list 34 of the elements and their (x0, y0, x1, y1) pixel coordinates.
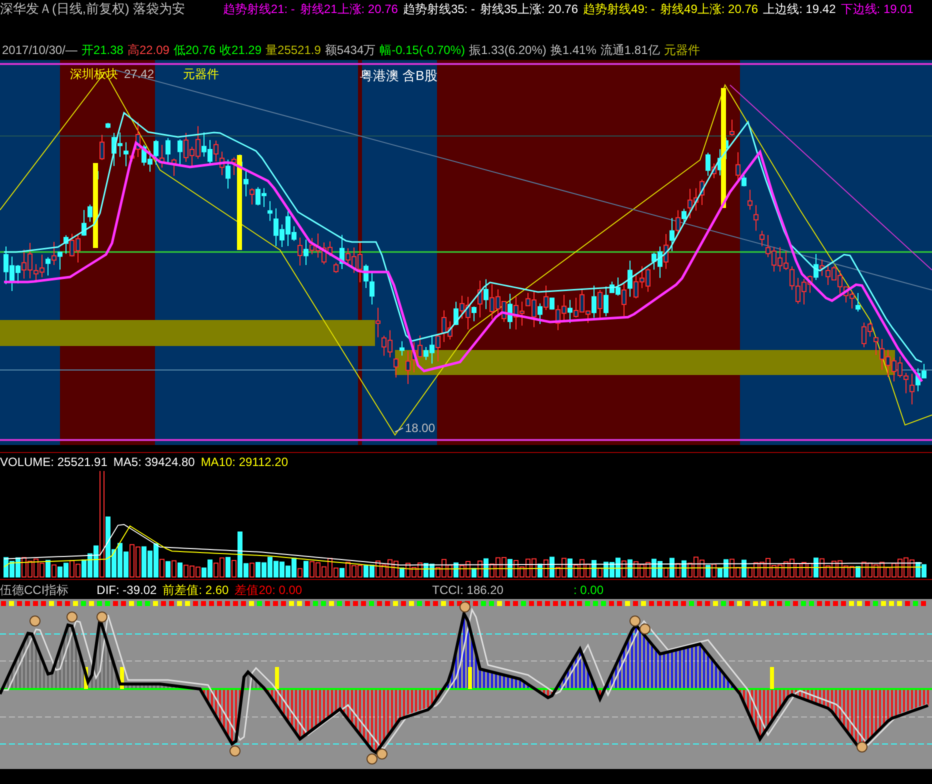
volume-legend: VOLUME: 25521.91 (0, 454, 108, 470)
cci-legend: DIF: -39.02 (96, 582, 157, 598)
leader-line (394, 428, 404, 432)
quote-value: 幅-0.15(-0.70%) (380, 42, 465, 58)
cci-legend: : 0.00 (573, 582, 604, 598)
sector-label: 粤港澳 含B股 (360, 68, 438, 84)
indicator-value: 下边线: 19.01 (840, 1, 914, 17)
stock-title: 深华发Ａ(日线,前复权) 落袋为安 (0, 1, 185, 17)
indicator-value: 趋势射线35: - (402, 1, 475, 17)
cci-legend: TCCI: 186.20 (432, 582, 504, 598)
cci-legend: 差值20: 0.00 (234, 582, 302, 598)
quote-value: 振1.33(6.20%) (469, 42, 546, 58)
quote-value: 元器件 (664, 42, 700, 58)
cci-legend: 前差值: 2.60 (162, 582, 229, 598)
indicator-value: 趋势射线21: - (222, 1, 295, 17)
volume-legend: MA5: 39424.80 (113, 454, 195, 470)
quote-value: 额5434万 (324, 42, 376, 58)
quote-value: 换1.41% (550, 42, 596, 58)
indicator-value: 趋势射线49: - (583, 1, 656, 17)
sector-label: 元器件 (183, 66, 219, 82)
quote-value: 低20.76 (173, 42, 216, 58)
quote-value: 开21.38 (81, 42, 124, 58)
cci-legend: 伍德CCI指标 (0, 582, 69, 598)
volume-legend: MA10: 29112.20 (200, 454, 288, 470)
indicator-value: 射线35上涨: 20.76 (480, 1, 578, 17)
indicator-value: 上边线: 19.42 (763, 1, 836, 17)
price-label: 18.00 (405, 420, 436, 436)
indicator-value: 射线21上涨: 20.76 (300, 1, 398, 17)
quote-value: 流通1.81亿 (600, 42, 660, 58)
quote-value: 2017/10/30/— (2, 42, 78, 58)
quote-value: 收21.29 (220, 42, 262, 58)
quote-value: 高22.09 (127, 42, 170, 58)
indicator-value: 射线49上涨: 20.76 (660, 1, 758, 17)
quote-value: 量25521.9 (266, 42, 321, 58)
